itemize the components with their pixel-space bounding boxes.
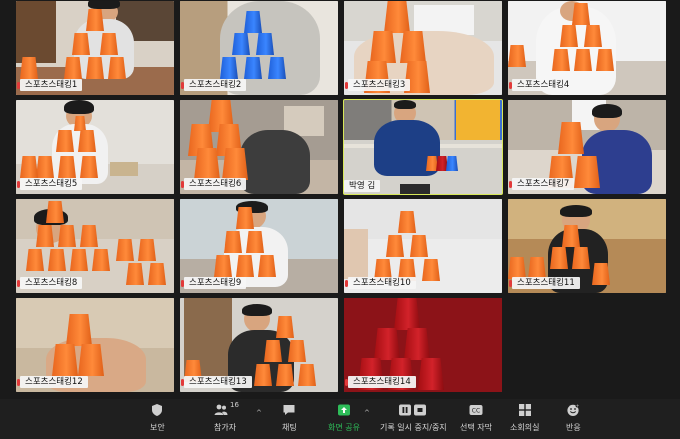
participant-name: 스포츠스태킹4 (512, 79, 575, 91)
video-tile[interactable]: 스포츠스태킹10 (344, 199, 502, 293)
meeting-toolbar: 보안 16 참가자 ^ 채팅 화면 공유 ^ 기록 일시 중지/중지 CC 선택… (0, 399, 680, 439)
smiley-icon: + (566, 403, 580, 417)
participant-name: 스포츠스태킹2 (184, 79, 247, 91)
cc-icon: CC (469, 403, 483, 417)
video-tile[interactable]: 스포츠스태킹12 (16, 298, 174, 392)
pause-stop-icon (398, 403, 428, 417)
people-icon: 16 (214, 401, 239, 417)
participant-name: 스포츠스태킹3 (348, 79, 411, 91)
participant-name: 스포츠스태킹6 (184, 178, 247, 190)
video-tile[interactable]: 스포츠스태킹11 (508, 199, 666, 293)
participant-name: 스포츠스태킹7 (512, 178, 575, 190)
video-tile[interactable]: 스포츠스태킹14 (344, 298, 502, 392)
share-screen-button[interactable]: 화면 공유 (328, 403, 360, 433)
video-tile[interactable]: 스포츠스태킹5 (16, 100, 174, 194)
video-grid: 스포츠스태킹1 스포츠스태킹2 스포츠스태킹3 스포츠스태킹4 스포츠스태킹5 … (16, 0, 666, 392)
captions-button[interactable]: CC 선택 자막 (460, 403, 492, 433)
video-tile[interactable]: 스포츠스태킹9 (180, 199, 338, 293)
reactions-button[interactable]: + 반응 (566, 403, 581, 433)
participant-name: 스포츠스태킹1 (20, 79, 83, 91)
participant-name: 스포츠스태킹8 (20, 277, 83, 289)
video-tile[interactable]: 스포츠스태킹2 (180, 1, 338, 95)
record-pause-stop-button[interactable]: 기록 일시 중지/중지 (380, 403, 447, 433)
video-tile[interactable]: 스포츠스태킹7 (508, 100, 666, 194)
breakout-rooms-button[interactable]: 소회의실 (510, 403, 539, 433)
chat-button[interactable]: 채팅 (282, 403, 297, 433)
video-tile[interactable]: 스포츠스태킹6 (180, 100, 338, 194)
video-tile-active-speaker[interactable]: 박영 김 (343, 99, 503, 195)
participant-name: 스포츠스태킹11 (512, 277, 580, 289)
video-tile[interactable]: 스포츠스태킹8 (16, 199, 174, 293)
video-tile[interactable]: 스포츠스태킹4 (508, 1, 666, 95)
participant-name: 스포츠스태킹5 (20, 178, 83, 190)
participant-name: 스포츠스태킹9 (184, 277, 247, 289)
participant-name: 스포츠스태킹12 (20, 376, 88, 388)
chat-bubble-icon (282, 403, 296, 417)
video-tile[interactable]: 스포츠스태킹3 (344, 1, 502, 95)
security-button[interactable]: 보안 (150, 403, 165, 433)
svg-text:+: + (576, 403, 579, 408)
grid-icon (518, 403, 532, 417)
participant-name: 스포츠스태킹13 (184, 376, 252, 388)
participants-caret-icon[interactable]: ^ (256, 409, 262, 417)
participant-name: 스포츠스태킹14 (348, 376, 416, 388)
participant-name: 스포츠스태킹10 (348, 277, 416, 289)
svg-text:CC: CC (472, 408, 480, 415)
video-tile[interactable]: 스포츠스태킹1 (16, 1, 174, 95)
participants-button[interactable]: 16 참가자 (214, 401, 239, 433)
participant-name: 박영 김 (344, 180, 381, 192)
video-tile[interactable]: 스포츠스태킹13 (180, 298, 338, 392)
share-caret-icon[interactable]: ^ (364, 409, 370, 417)
shield-icon (150, 403, 164, 417)
share-screen-icon (337, 403, 351, 417)
